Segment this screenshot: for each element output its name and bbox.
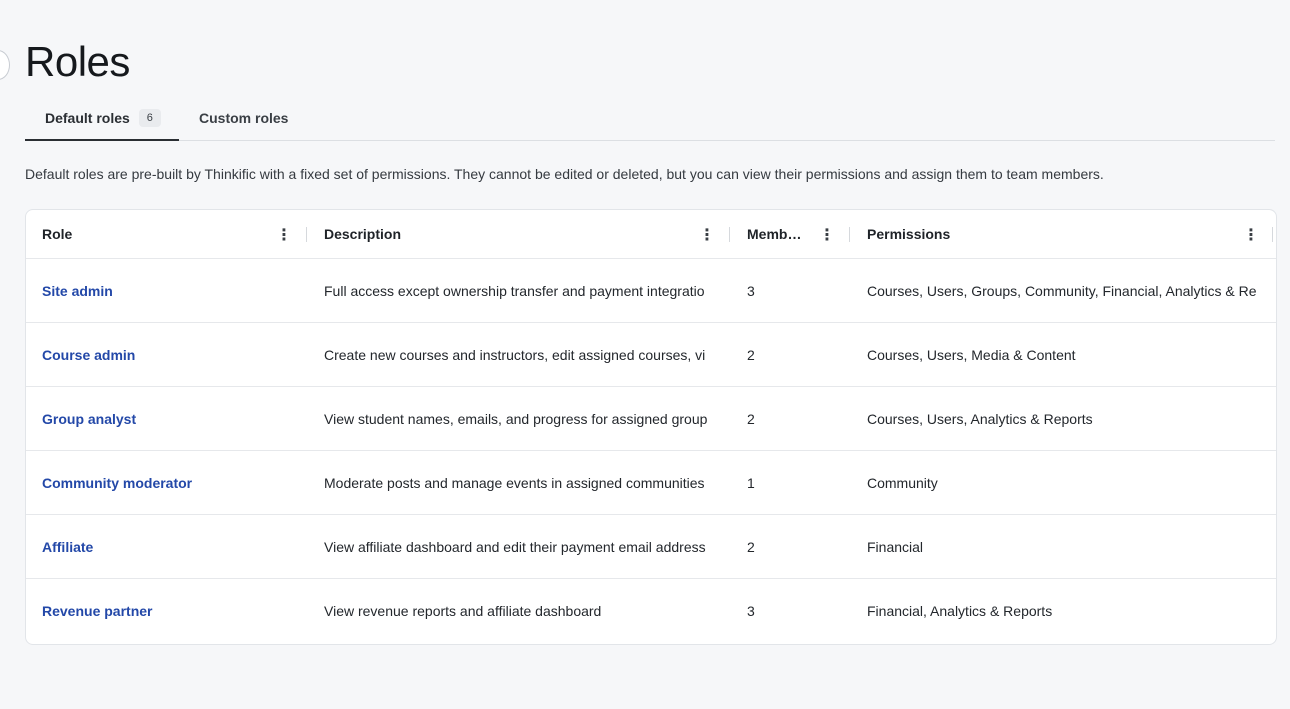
back-button[interactable]	[0, 50, 10, 80]
column-divider[interactable]	[306, 227, 307, 242]
role-description: Create new courses and instructors, edit…	[324, 346, 706, 363]
tab-default-roles-label: Default roles	[45, 109, 130, 126]
column-header-description-label: Description	[324, 226, 402, 242]
column-header-role: Role	[42, 210, 302, 258]
table-row: Group analyst View student names, emails…	[26, 387, 1276, 451]
role-permissions: Courses, Users, Media & Content	[867, 346, 1076, 363]
role-members-count: 3	[747, 603, 755, 619]
tab-custom-roles[interactable]: Custom roles	[199, 96, 288, 140]
tab-custom-roles-label: Custom roles	[199, 110, 289, 126]
role-link-course-admin[interactable]: Course admin	[42, 347, 135, 363]
column-divider[interactable]	[849, 227, 850, 242]
table-row: Site admin Full access except ownership …	[26, 259, 1276, 323]
role-column-menu-icon[interactable]: ⋮	[276, 210, 292, 259]
page-title: Roles	[25, 38, 130, 85]
column-header-permissions: Permissions	[867, 210, 1276, 258]
role-link-group-analyst[interactable]: Group analyst	[42, 411, 136, 427]
role-members-count: 1	[747, 474, 755, 491]
role-description: View revenue reports and affiliate dashb…	[324, 603, 602, 619]
role-description: View student names, emails, and progress…	[324, 410, 708, 427]
table-header-row: Role ⋮ Description ⋮ Memb… ⋮ Permissions…	[26, 210, 1276, 259]
column-header-permissions-label: Permissions	[867, 226, 951, 242]
role-members-count: 2	[747, 346, 755, 363]
role-permissions: Courses, Users, Groups, Community, Finan…	[867, 282, 1257, 299]
role-link-affiliate[interactable]: Affiliate	[42, 539, 93, 555]
description-column-menu-icon[interactable]: ⋮	[699, 210, 715, 259]
permissions-column-menu-icon[interactable]: ⋮	[1243, 210, 1259, 259]
role-permissions: Financial	[867, 538, 924, 555]
column-divider[interactable]	[1272, 227, 1273, 242]
table-row: Course admin Create new courses and inst…	[26, 323, 1276, 387]
tab-default-roles[interactable]: Default roles 6	[25, 96, 179, 141]
table-row: Revenue partner View revenue reports and…	[26, 579, 1276, 643]
members-column-menu-icon[interactable]: ⋮	[819, 210, 835, 259]
role-members-count: 2	[747, 538, 755, 555]
role-permissions: Community	[867, 474, 938, 491]
role-permissions: Financial, Analytics & Reports	[867, 603, 1053, 619]
role-permissions: Courses, Users, Analytics & Reports	[867, 410, 1093, 427]
tab-default-roles-count: 6	[138, 108, 161, 127]
column-header-role-label: Role	[42, 226, 73, 242]
role-members-count: 2	[747, 410, 755, 427]
role-link-community-moderator[interactable]: Community moderator	[42, 475, 192, 491]
column-header-members: Memb…	[747, 210, 809, 258]
role-link-site-admin[interactable]: Site admin	[42, 283, 113, 299]
role-description: Moderate posts and manage events in assi…	[324, 474, 705, 491]
roles-tabs: Default roles 6 Custom roles	[25, 96, 1275, 141]
role-description: Full access except ownership transfer an…	[324, 282, 705, 299]
table-row: Community moderator Moderate posts and m…	[26, 451, 1276, 515]
role-link-revenue-partner[interactable]: Revenue partner	[42, 603, 152, 619]
table-row: Affiliate View affiliate dashboard and e…	[26, 515, 1276, 579]
roles-table: Role ⋮ Description ⋮ Memb… ⋮ Permissions…	[25, 209, 1277, 645]
roles-page: Roles Default roles 6 Custom roles Defau…	[0, 0, 1290, 709]
column-header-members-label: Memb…	[747, 225, 802, 242]
column-divider[interactable]	[729, 227, 730, 242]
column-header-description: Description	[324, 210, 732, 258]
intro-text: Default roles are pre-built by Thinkific…	[25, 166, 1104, 182]
role-description: View affiliate dashboard and edit their …	[324, 538, 706, 555]
role-members-count: 3	[747, 282, 755, 299]
